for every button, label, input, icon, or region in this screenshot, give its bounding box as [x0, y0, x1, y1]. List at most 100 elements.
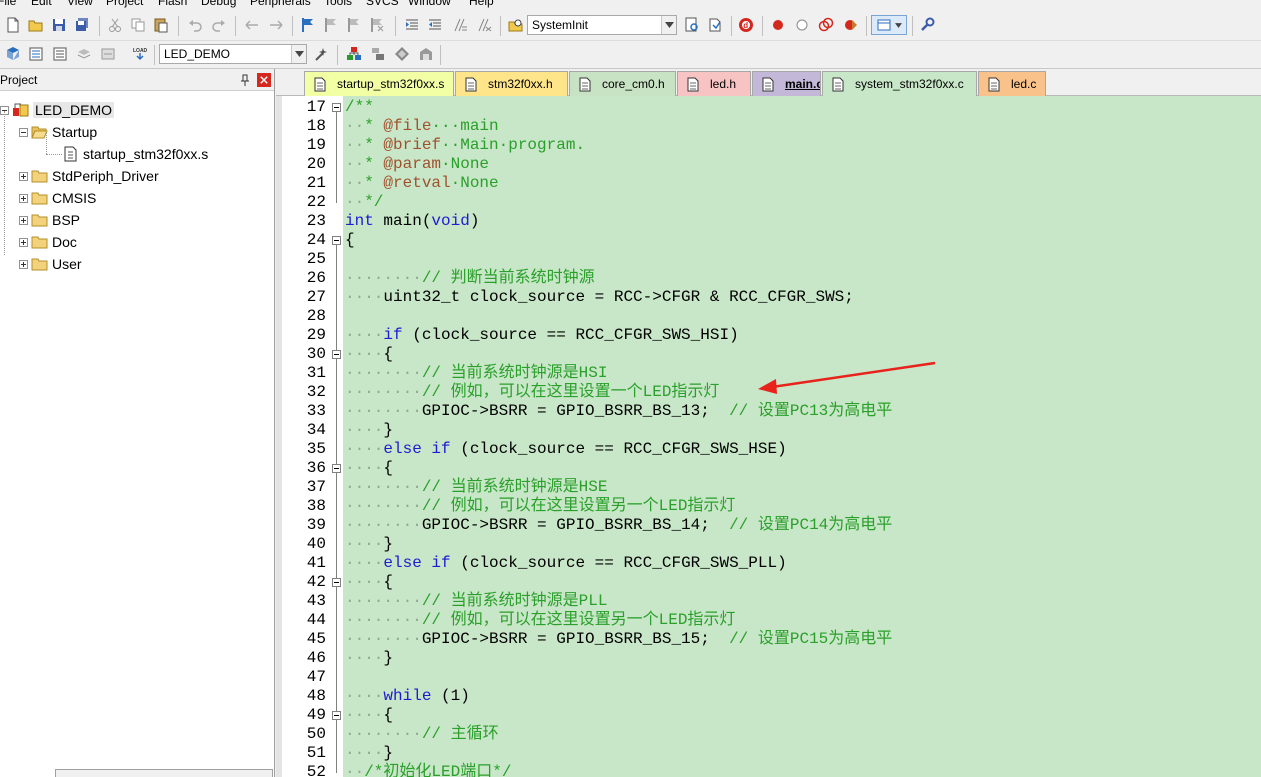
collapse-icon[interactable]	[19, 127, 28, 137]
tab-main-c[interactable]: main.c	[752, 71, 821, 96]
navigate-forward-icon[interactable]	[267, 16, 285, 34]
code-line[interactable]: ········// 当前系统时钟源是PLL	[345, 592, 607, 611]
file-extensions-icon[interactable]	[345, 45, 363, 63]
manage-components-icon[interactable]	[369, 45, 387, 63]
code-line[interactable]: ····{	[345, 345, 393, 364]
expand-icon[interactable]	[19, 237, 28, 247]
prev-bookmark-icon[interactable]	[322, 16, 340, 34]
cut-icon[interactable]	[106, 16, 124, 34]
tab-led-c[interactable]: led.c	[978, 71, 1046, 96]
incremental-find-icon[interactable]	[706, 16, 724, 34]
code-line[interactable]: {	[345, 231, 355, 250]
menu-tools[interactable]: Tools	[324, 0, 352, 8]
collapse-icon[interactable]	[332, 711, 341, 720]
save-all-icon[interactable]	[73, 16, 91, 34]
code-line[interactable]: ········// 例如，可以在这里设置另一个LED指示灯	[345, 611, 735, 630]
code-line[interactable]: ····}	[345, 744, 393, 763]
stop-build-icon[interactable]	[99, 45, 117, 63]
expand-icon[interactable]	[19, 215, 28, 225]
tab-system_stm32f0xx-c[interactable]: system_stm32f0xx.c	[822, 71, 977, 96]
tree-file-startup[interactable]: startup_stm32f0xx.s	[62, 144, 208, 164]
collapse-icon[interactable]	[332, 350, 341, 359]
menu-window[interactable]: Window	[408, 0, 451, 8]
translate-icon[interactable]	[4, 45, 22, 63]
kill-breakpoints-icon[interactable]	[841, 16, 859, 34]
collapse-icon[interactable]	[332, 103, 341, 112]
tree-group-cmsis[interactable]: CMSIS	[19, 188, 96, 208]
tree-group-startup[interactable]: Startup	[19, 122, 97, 142]
code-line[interactable]: ····else if (clock_source == RCC_CFGR_SW…	[345, 554, 787, 573]
next-bookmark-icon[interactable]	[345, 16, 363, 34]
menu-peripherals[interactable]: Peripherals	[250, 0, 311, 8]
code-line[interactable]: ····else if (clock_source == RCC_CFGR_SW…	[345, 440, 787, 459]
collapse-icon[interactable]	[332, 236, 341, 245]
pin-icon[interactable]	[238, 73, 252, 87]
expand-icon[interactable]	[19, 171, 28, 181]
chevron-down-icon[interactable]	[661, 16, 676, 34]
target-select[interactable]: LED_DEMO	[159, 44, 307, 64]
select-packs-icon[interactable]	[393, 45, 411, 63]
copy-icon[interactable]	[129, 16, 147, 34]
tree-group-user[interactable]: User	[19, 254, 82, 274]
menu-file[interactable]: File	[0, 0, 16, 8]
pack-installer-icon[interactable]	[417, 45, 435, 63]
tab-stm32f0xx-h[interactable]: stm32f0xx.h	[455, 71, 568, 96]
tree-group-bsp[interactable]: BSP	[19, 210, 80, 230]
menu-debug[interactable]: Debug	[201, 0, 236, 8]
code-line[interactable]: ········// 例如，可以在这里设置另一个LED指示灯	[345, 497, 735, 516]
clear-bookmarks-icon[interactable]	[368, 16, 386, 34]
tab-led-h[interactable]: led.h	[677, 71, 751, 96]
undo-icon[interactable]	[186, 16, 204, 34]
disable-breakpoints-icon[interactable]	[817, 16, 835, 34]
code-line[interactable]: ········GPIOC->BSRR = GPIO_BSRR_BS_15; /…	[345, 630, 892, 649]
code-line[interactable]: ········GPIOC->BSRR = GPIO_BSRR_BS_13; /…	[345, 402, 892, 421]
code-line[interactable]: ····}	[345, 535, 393, 554]
code-line[interactable]: int main(void)	[345, 212, 479, 231]
code-line[interactable]: ····}	[345, 421, 393, 440]
close-icon[interactable]	[257, 73, 271, 87]
code-area[interactable]: /** ··* @file···main ··* @brief··Main·prog…	[343, 96, 1261, 777]
paste-icon[interactable]	[152, 16, 170, 34]
code-line[interactable]: ····{	[345, 573, 393, 592]
uncomment-selection-icon[interactable]	[475, 16, 493, 34]
find-icon[interactable]	[683, 16, 701, 34]
menu-view[interactable]: View	[67, 0, 93, 8]
find-in-files-icon[interactable]	[507, 16, 525, 34]
code-line[interactable]: ··* @retval·None	[345, 174, 499, 193]
code-line[interactable]: ··* @brief··Main·program.	[345, 136, 585, 155]
insert-bookmark-icon[interactable]	[299, 16, 317, 34]
code-line[interactable]: ····{	[345, 706, 393, 725]
code-line[interactable]: ··* @param·None	[345, 155, 489, 174]
new-file-icon[interactable]	[4, 16, 22, 34]
menu-edit[interactable]: Edit	[31, 0, 52, 8]
code-line[interactable]: /**	[345, 98, 374, 117]
code-editor[interactable]: 17 18 19 20 21 22 23 24 25 26 27 28 29 30 31 32 33 34 35 36…	[276, 96, 1261, 777]
tree-group-stdperiph-driver[interactable]: StdPeriph_Driver	[19, 166, 159, 186]
tab-startup_stm32f0xx-s[interactable]: startup_stm32f0xx.s	[304, 71, 454, 96]
enable-breakpoint-icon[interactable]	[793, 16, 811, 34]
download-icon[interactable]: LOAD	[131, 45, 149, 63]
batch-build-icon[interactable]	[75, 45, 93, 63]
tree-root-led-demo[interactable]: LED_DEMO	[0, 100, 115, 120]
code-line[interactable]: ········// 当前系统时钟源是HSI	[345, 364, 607, 383]
navigate-back-icon[interactable]	[243, 16, 261, 34]
rebuild-icon[interactable]	[51, 45, 69, 63]
menu-help[interactable]: Help	[469, 0, 494, 8]
window-layout-button[interactable]	[871, 15, 907, 35]
find-combo[interactable]: SystemInit	[527, 15, 677, 35]
code-line[interactable]: ····{	[345, 459, 393, 478]
menu-svcs[interactable]: SVCS	[366, 0, 399, 8]
expand-icon[interactable]	[19, 259, 28, 269]
save-icon[interactable]	[50, 16, 68, 34]
code-line[interactable]: ··/*初始化LED端口*/	[345, 763, 511, 777]
unindent-icon[interactable]	[426, 16, 444, 34]
code-line[interactable]: ········// 例如，可以在这里设置一个LED指示灯	[345, 383, 719, 402]
build-icon[interactable]	[27, 45, 45, 63]
code-line[interactable]: ····while (1)	[345, 687, 470, 706]
code-line[interactable]: ····uint32_t clock_source = RCC->CFGR & …	[345, 288, 854, 307]
code-line[interactable]: ········// 当前系统时钟源是HSE	[345, 478, 607, 497]
redo-icon[interactable]	[210, 16, 228, 34]
debug-session-icon[interactable]: d	[737, 16, 755, 34]
collapse-icon[interactable]	[332, 464, 341, 473]
code-line[interactable]: ····}	[345, 649, 393, 668]
